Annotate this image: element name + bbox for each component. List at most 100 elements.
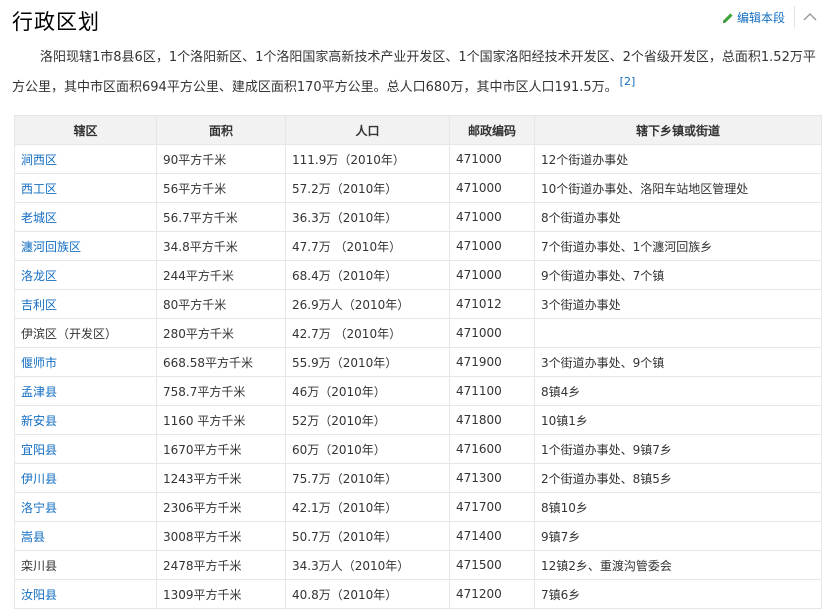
table-row: 洛龙区 244平方千米 68.4万（2010年） 471000 9个街道办事处、7个镇: [14, 260, 822, 290]
header-district: 辖区: [14, 115, 157, 145]
postcode-cell: 471900: [449, 347, 535, 377]
table-row: 伊滨区（开发区） 280平方千米 42.7万 （2010年） 471000: [14, 318, 822, 348]
edit-section-link[interactable]: 编辑本段: [722, 9, 785, 26]
area-cell: 244平方千米: [156, 260, 286, 290]
header-postcode: 邮政编码: [449, 115, 535, 145]
area-cell: 56平方千米: [156, 173, 286, 203]
area-cell: 1309平方千米: [156, 579, 286, 609]
table-row: 嵩县 3008平方千米 50.7万（2010年） 471400 9镇7乡: [14, 521, 822, 551]
district-link[interactable]: 宜阳县: [21, 443, 57, 457]
population-cell: 111.9万（2010年）: [285, 144, 450, 174]
district-link[interactable]: 嵩县: [21, 530, 45, 544]
district-link[interactable]: 西工区: [21, 182, 57, 196]
subdivisions-cell: 10镇1乡: [534, 405, 822, 435]
area-cell: 56.7平方千米: [156, 202, 286, 232]
district-link[interactable]: 伊川县: [21, 472, 57, 486]
chevron-up-icon[interactable]: [802, 10, 818, 24]
header-subdivisions: 辖下乡镇或街道: [534, 115, 822, 145]
intro-text: 洛阳现辖1市8县6区，1个洛阳新区、1个洛阳国家高新技术产业开发区、1个国家洛阳…: [12, 50, 816, 95]
population-cell: 47.7万 （2010年）: [285, 231, 450, 261]
district-cell: 洛宁县: [14, 492, 157, 522]
area-cell: 758.7平方千米: [156, 376, 286, 406]
subdivisions-cell: 7镇6乡: [534, 579, 822, 609]
area-cell: 1243平方千米: [156, 463, 286, 493]
postcode-cell: 471200: [449, 579, 535, 609]
subdivisions-cell: 1个街道办事处、9镇7乡: [534, 434, 822, 464]
area-cell: 80平方千米: [156, 289, 286, 319]
area-cell: 3008平方千米: [156, 521, 286, 551]
postcode-cell: 471000: [449, 260, 535, 290]
district-cell: 涧西区: [14, 144, 157, 174]
subdivisions-cell: 8镇10乡: [534, 492, 822, 522]
district-link[interactable]: 新安县: [21, 414, 57, 428]
subdivisions-cell: 2个街道办事处、8镇5乡: [534, 463, 822, 493]
subdivisions-cell: 12个街道办事处: [534, 144, 822, 174]
district-link[interactable]: 孟津县: [21, 385, 57, 399]
postcode-cell: 471100: [449, 376, 535, 406]
area-cell: 90平方千米: [156, 144, 286, 174]
subdivisions-cell: 3个街道办事处: [534, 289, 822, 319]
reference-link[interactable]: [2]: [620, 75, 636, 88]
postcode-cell: 471700: [449, 492, 535, 522]
district-link[interactable]: 洛龙区: [21, 269, 57, 283]
district-cell: 伊滨区（开发区）: [14, 318, 157, 348]
subdivisions-cell: 3个街道办事处、9个镇: [534, 347, 822, 377]
pencil-icon: [723, 12, 733, 23]
population-cell: 60万（2010年）: [285, 434, 450, 464]
postcode-cell: 471000: [449, 173, 535, 203]
district-cell: 西工区: [14, 173, 157, 203]
district-cell: 栾川县: [14, 550, 157, 580]
table-row: 宜阳县 1670平方千米 60万（2010年） 471600 1个街道办事处、9镇7乡: [14, 434, 822, 464]
district-cell: 嵩县: [14, 521, 157, 551]
table-row: 汝阳县 1309平方千米 40.8万（2010年） 471200 7镇6乡: [14, 579, 822, 609]
district-link[interactable]: 瀍河回族区: [21, 240, 81, 254]
table-body: 涧西区 90平方千米 111.9万（2010年） 471000 12个街道办事处 西工区 5…: [14, 144, 822, 609]
area-cell: 668.58平方千米: [156, 347, 286, 377]
population-cell: 75.7万（2010年）: [285, 463, 450, 493]
population-cell: 50.7万（2010年）: [285, 521, 450, 551]
district-link[interactable]: 吉利区: [21, 298, 57, 312]
population-cell: 46万（2010年）: [285, 376, 450, 406]
postcode-cell: 471000: [449, 231, 535, 261]
postcode-cell: 471600: [449, 434, 535, 464]
district-cell: 老城区: [14, 202, 157, 232]
subdivisions-cell: [534, 318, 822, 348]
subdivisions-cell: 8个街道办事处: [534, 202, 822, 232]
table-row: 孟津县 758.7平方千米 46万（2010年） 471100 8镇4乡: [14, 376, 822, 406]
district-link[interactable]: 洛宁县: [21, 501, 57, 515]
population-cell: 42.7万 （2010年）: [285, 318, 450, 348]
header-population: 人口: [285, 115, 450, 145]
population-cell: 26.9万人（2010年）: [285, 289, 450, 319]
subdivisions-cell: 9镇7乡: [534, 521, 822, 551]
population-cell: 42.1万（2010年）: [285, 492, 450, 522]
district-cell: 宜阳县: [14, 434, 157, 464]
district-name: 栾川县: [21, 558, 58, 573]
district-link[interactable]: 汝阳县: [21, 588, 57, 602]
population-cell: 36.3万（2010年）: [285, 202, 450, 232]
table-row: 洛宁县 2306平方千米 42.1万（2010年） 471700 8镇10乡: [14, 492, 822, 522]
district-cell: 偃师市: [14, 347, 157, 377]
population-cell: 52万（2010年）: [285, 405, 450, 435]
postcode-cell: 471800: [449, 405, 535, 435]
district-cell: 伊川县: [14, 463, 157, 493]
area-cell: 1160 平方千米: [156, 405, 286, 435]
table-row: 吉利区 80平方千米 26.9万人（2010年） 471012 3个街道办事处: [14, 289, 822, 319]
postcode-cell: 471400: [449, 521, 535, 551]
table-row: 新安县 1160 平方千米 52万（2010年） 471800 10镇1乡: [14, 405, 822, 435]
subdivisions-cell: 10个街道办事处、洛阳车站地区管理处: [534, 173, 822, 203]
district-link[interactable]: 老城区: [21, 211, 57, 225]
area-cell: 280平方千米: [156, 318, 286, 348]
population-cell: 68.4万（2010年）: [285, 260, 450, 290]
district-link[interactable]: 偃师市: [21, 356, 57, 370]
area-cell: 1670平方千米: [156, 434, 286, 464]
table-row: 老城区 56.7平方千米 36.3万（2010年） 471000 8个街道办事处: [14, 202, 822, 232]
postcode-cell: 471300: [449, 463, 535, 493]
district-link[interactable]: 涧西区: [21, 153, 57, 167]
subdivisions-cell: 7个街道办事处、1个瀍河回族乡: [534, 231, 822, 261]
district-cell: 新安县: [14, 405, 157, 435]
toolbar-divider: [794, 6, 795, 28]
table-row: 西工区 56平方千米 57.2万（2010年） 471000 10个街道办事处、洛阳车站…: [14, 173, 822, 203]
area-cell: 34.8平方千米: [156, 231, 286, 261]
section-title: 行政区划: [12, 10, 100, 34]
area-cell: 2306平方千米: [156, 492, 286, 522]
